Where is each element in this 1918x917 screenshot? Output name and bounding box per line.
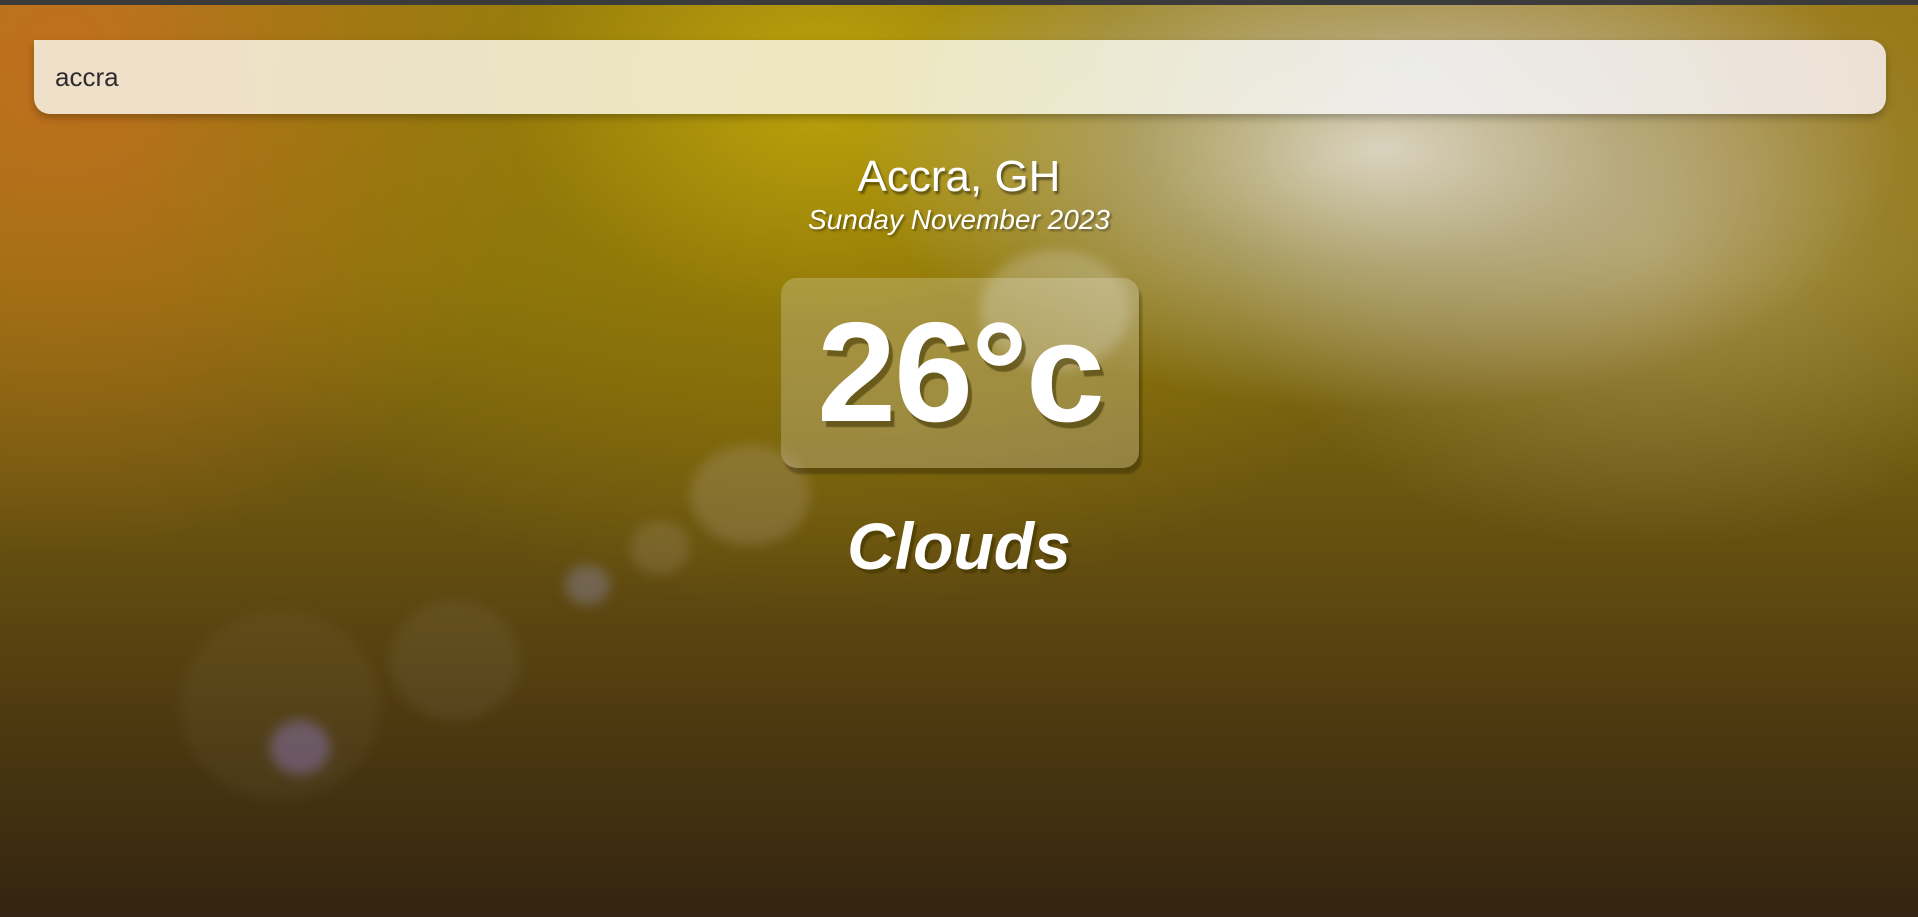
weather-condition: Clouds [847, 509, 1071, 583]
bokeh-light [390, 600, 520, 720]
bokeh-light [180, 610, 380, 800]
location-name: Accra, GH [857, 152, 1061, 201]
temperature-card: 26°c [781, 278, 1139, 468]
search-box [34, 40, 1886, 114]
current-date: Sunday November 2023 [808, 204, 1110, 235]
temperature-value: 26°c [817, 293, 1105, 452]
top-bar [0, 0, 1918, 5]
search-input[interactable] [34, 40, 1886, 114]
